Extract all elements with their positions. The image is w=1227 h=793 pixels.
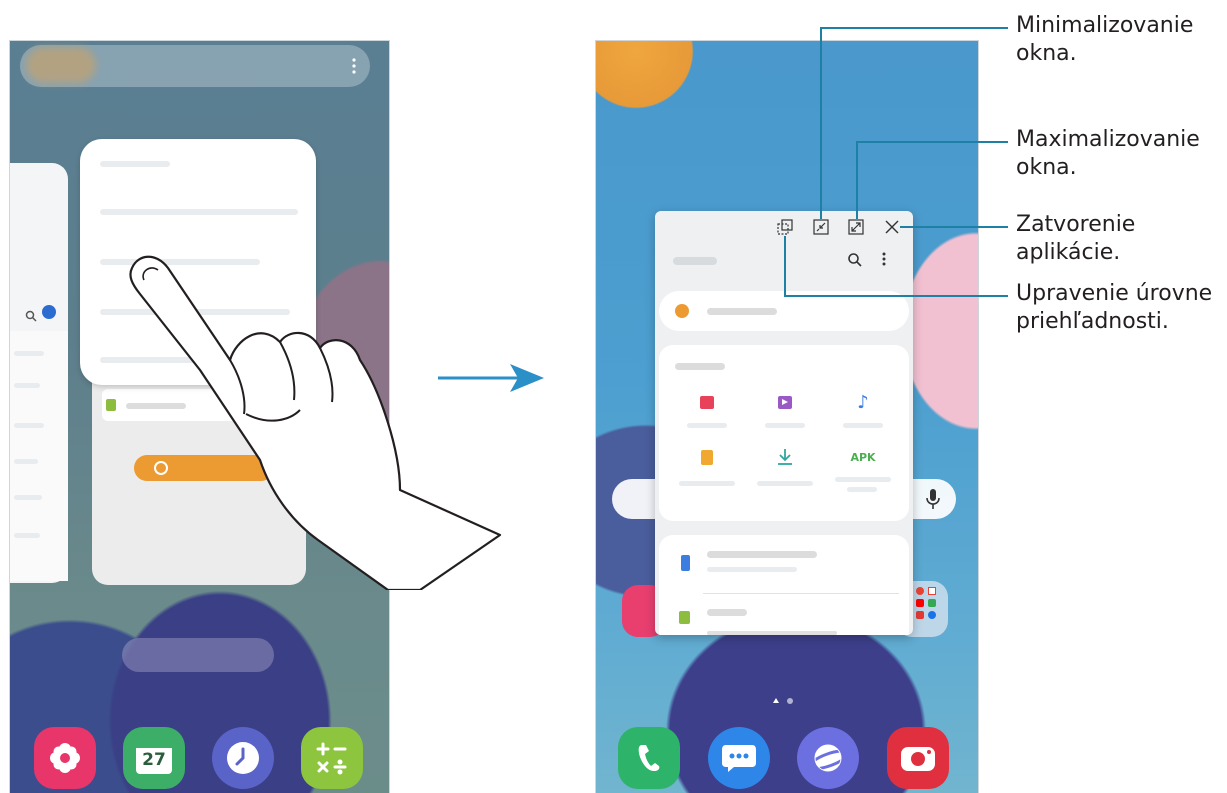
recent-files-row[interactable] [659,291,909,331]
dock-app-clock[interactable] [212,727,274,789]
flower-icon [50,743,80,773]
phone-icon [638,745,660,771]
dock-app-calculator[interactable] [301,727,363,789]
app-title [673,257,717,265]
microphone-icon[interactable] [926,488,940,514]
callout-transparency-text: Upravenie úrovne priehľadnosti. [1016,281,1213,334]
dock-app-internet[interactable] [797,727,859,789]
calendar-icon: 27 [136,742,172,774]
internet-icon [808,744,850,772]
phone-storage-icon [681,555,690,571]
maximize-window-icon[interactable] [848,219,864,239]
sd-card-row[interactable] [659,595,909,635]
recent-app-card-partial[interactable] [10,163,68,583]
close-all-button[interactable] [122,638,274,672]
clock-icon [675,304,689,318]
callout-line-maximize [856,141,858,219]
download-icon[interactable] [773,445,797,469]
callout-maximize-text: Maximalizovanie okna. [1016,127,1200,180]
minimize-window-icon[interactable] [813,219,829,239]
calendar-date: 27 [142,750,166,770]
menu-item[interactable] [100,161,170,167]
search-icon [25,307,37,326]
document-icon[interactable] [695,445,719,469]
callout-close-text: Zatvorenie aplikácie. [1016,212,1136,265]
dock-app-phone[interactable] [618,727,680,789]
account-icon [42,305,56,319]
close-window-icon[interactable] [884,219,900,239]
callout-line-maximize-h [856,141,1008,143]
callout-line-minimize-h [820,27,1008,29]
clock-icon [227,742,259,774]
callout-line-minimize [820,27,822,219]
camera-icon [901,747,935,771]
sd-card-icon [679,611,690,624]
callout-line-close-h [900,226,1008,228]
internal-storage-row[interactable] [659,535,909,591]
more-options-icon[interactable] [882,251,886,271]
dock-app-bixby[interactable] [34,727,96,789]
audio-icon[interactable]: ♪ [851,390,875,414]
callout-line-transparency-h [784,295,1008,297]
storage-card [659,535,909,635]
image-icon[interactable] [695,390,719,414]
dock-app-camera[interactable] [887,727,949,789]
tap-hand-illustration [129,255,502,590]
video-icon[interactable] [773,390,797,414]
dock-app-messages[interactable] [708,727,770,789]
apk-icon[interactable]: APK [843,445,883,469]
more-options-icon[interactable] [352,57,356,75]
sd-card-icon [106,399,116,411]
menu-item[interactable] [100,209,298,215]
messages-icon [722,745,756,772]
callout-line-transparency [784,236,786,296]
storage-usage-bar [707,631,837,635]
dock-app-calendar[interactable]: 27 [123,727,185,789]
page-indicator [772,690,796,704]
transition-arrow [438,364,544,392]
callout-minimize-text: Minimalizovanie okna. [1016,13,1194,66]
calculator-icon [316,742,347,775]
categories-card: ♪ APK [659,345,909,521]
search-icon[interactable] [847,252,863,272]
